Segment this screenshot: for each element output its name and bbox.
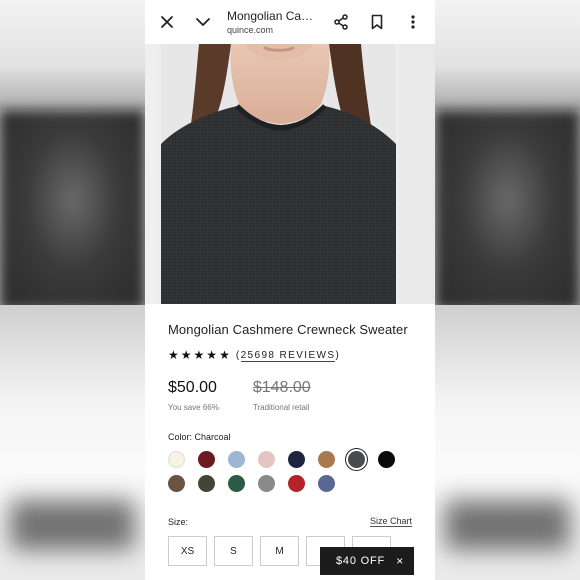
- color-swatch-blush[interactable]: [258, 451, 275, 468]
- product-name: Mongolian Cashmere Crewneck Sweater: [168, 322, 408, 337]
- discount-label: $40 OFF: [336, 555, 386, 567]
- blurred-backdrop-left: [0, 0, 145, 580]
- color-swatch-forest-green[interactable]: [228, 475, 245, 492]
- color-swatch-red[interactable]: [288, 475, 305, 492]
- browser-toolbar: Mongolian Cash... quince.com: [145, 0, 435, 44]
- color-swatches: [168, 451, 412, 492]
- star-icon: ★: [193, 348, 205, 362]
- size-header: Size: Size Chart: [168, 516, 412, 527]
- color-swatch-grey[interactable]: [258, 475, 275, 492]
- traditional-price: $148.00: [252, 379, 311, 396]
- share-icon[interactable]: [327, 8, 355, 36]
- star-icon: ★: [180, 348, 192, 362]
- close-icon[interactable]: [153, 8, 181, 36]
- product-info: Mongolian Cashmere Crewneck Sweater ★ ★ …: [145, 322, 435, 566]
- color-swatch-camel[interactable]: [318, 451, 335, 468]
- color-swatch-slate-blue[interactable]: [318, 475, 335, 492]
- star-icon: ★: [219, 348, 230, 362]
- discount-banner[interactable]: $40 OFF ×: [320, 547, 414, 575]
- sale-price-group: $50.00 You save 66%: [168, 379, 219, 412]
- star-icon: ★: [168, 348, 179, 362]
- size-chart-link[interactable]: Size Chart: [369, 516, 412, 527]
- color-swatch-burgundy[interactable]: [198, 451, 215, 468]
- chevron-down-icon[interactable]: [189, 8, 217, 36]
- reviews-link[interactable]: (25698 REVIEWS): [236, 349, 340, 362]
- previous-image-peek[interactable]: [145, 44, 158, 304]
- color-swatch-light-blue[interactable]: [228, 451, 245, 468]
- reviews-count: 25698 REVIEWS: [240, 349, 336, 362]
- product-image[interactable]: [161, 44, 396, 304]
- color-swatch-ivory[interactable]: [168, 451, 185, 468]
- rating-row[interactable]: ★ ★ ★ ★ ★ (25698 REVIEWS): [168, 348, 412, 362]
- sale-price: $50.00: [168, 379, 217, 396]
- color-swatch-brown[interactable]: [168, 475, 185, 492]
- page-title-block[interactable]: Mongolian Cash... quince.com: [217, 9, 327, 35]
- product-image-carousel[interactable]: [145, 44, 435, 304]
- color-swatch-black[interactable]: [378, 451, 395, 468]
- traditional-label: Traditional retail: [252, 403, 310, 412]
- color-swatch-navy[interactable]: [288, 451, 305, 468]
- color-swatch-charcoal[interactable]: [348, 451, 365, 468]
- size-label: Size:: [168, 516, 189, 527]
- close-icon[interactable]: ×: [396, 554, 404, 568]
- color-swatch-olive[interactable]: [198, 475, 215, 492]
- blurred-backdrop-right: [435, 0, 580, 580]
- bookmark-icon[interactable]: [363, 8, 391, 36]
- size-option-m[interactable]: M: [260, 536, 299, 566]
- next-image-peek[interactable]: [399, 44, 435, 304]
- price-block: $50.00 You save 66% $148.00 Traditional …: [168, 379, 412, 412]
- size-option-xs[interactable]: XS: [168, 536, 207, 566]
- savings-text: You save 66%: [168, 403, 219, 412]
- page-title: Mongolian Cash...: [227, 9, 319, 23]
- page-domain: quince.com: [227, 25, 274, 35]
- more-vertical-icon[interactable]: [399, 8, 427, 36]
- traditional-price-group: $148.00 Traditional retail: [253, 379, 311, 412]
- color-label: Color: Charcoal: [168, 432, 231, 442]
- star-icon: ★: [206, 348, 218, 362]
- size-option-s[interactable]: S: [214, 536, 253, 566]
- phone-screen: Mongolian Cash... quince.com Mongolian C…: [145, 0, 435, 580]
